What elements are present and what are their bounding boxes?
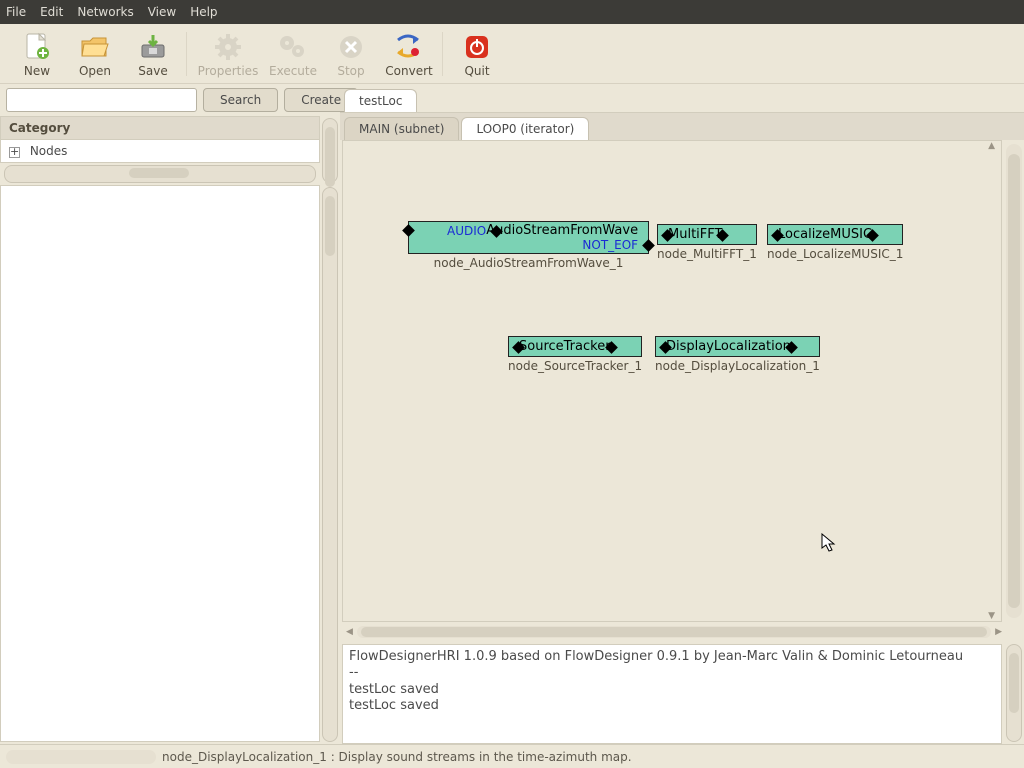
menu-file[interactable]: File bbox=[6, 5, 26, 19]
save-button[interactable]: Save bbox=[124, 30, 182, 78]
open-button[interactable]: Open bbox=[66, 30, 124, 78]
properties-button[interactable]: Properties bbox=[192, 30, 264, 78]
node-audiostreamfromwave[interactable]: AudioStreamFromWave AUDIO NOT_EOF node_A… bbox=[408, 221, 649, 270]
execute-label: Execute bbox=[269, 64, 317, 78]
scroll-up-icon[interactable]: ▲ bbox=[984, 141, 999, 151]
save-icon bbox=[139, 30, 167, 64]
node-title-label: SourceTracker bbox=[519, 339, 611, 354]
search-input[interactable] bbox=[6, 88, 197, 112]
power-icon bbox=[464, 30, 490, 64]
new-label: New bbox=[24, 64, 50, 78]
stop-button[interactable]: Stop bbox=[322, 30, 380, 78]
status-bar: node_DisplayLocalization_1 : Display sou… bbox=[0, 744, 1024, 768]
scroll-down-icon[interactable]: ▼ bbox=[984, 611, 999, 621]
menu-edit[interactable]: Edit bbox=[40, 5, 63, 19]
menu-networks[interactable]: Networks bbox=[77, 5, 133, 19]
scroll-right-icon[interactable]: ▶ bbox=[991, 627, 1006, 637]
node-localizemusic[interactable]: LocalizeMUSIC node_LocalizeMUSIC_1 bbox=[767, 224, 903, 261]
port-out-audio[interactable]: AUDIO bbox=[447, 224, 486, 238]
stop-label: Stop bbox=[337, 64, 364, 78]
node-title-label: AudioStreamFromWave bbox=[486, 223, 638, 238]
new-button[interactable]: New bbox=[8, 30, 66, 78]
convert-button[interactable]: Convert bbox=[380, 30, 438, 78]
node-instance-label: node_DisplayLocalization_1 bbox=[655, 359, 820, 373]
menu-help[interactable]: Help bbox=[190, 5, 217, 19]
subnet-tabs: MAIN (subnet) LOOP0 (iterator) bbox=[340, 112, 1024, 140]
category-tree[interactable]: + Nodes bbox=[0, 140, 320, 163]
tree-item-label: Nodes bbox=[30, 144, 68, 158]
tree-vscroll[interactable] bbox=[322, 118, 338, 183]
tab-main-subnet[interactable]: MAIN (subnet) bbox=[344, 117, 459, 140]
detail-vscroll[interactable] bbox=[322, 187, 338, 742]
tab-loop0-iterator[interactable]: LOOP0 (iterator) bbox=[461, 117, 589, 140]
node-instance-label: node_SourceTracker_1 bbox=[508, 359, 642, 373]
node-multifft[interactable]: MultiFFT node_MultiFFT_1 bbox=[657, 224, 757, 261]
detail-pane bbox=[0, 185, 320, 742]
quit-button[interactable]: Quit bbox=[448, 30, 506, 78]
toolbar-separator bbox=[442, 32, 444, 76]
cursor-icon bbox=[821, 533, 837, 553]
convert-icon bbox=[394, 30, 424, 64]
tree-hscroll[interactable] bbox=[4, 165, 316, 183]
node-instance-label: node_LocalizeMUSIC_1 bbox=[767, 247, 903, 261]
right-panel: testLoc MAIN (subnet) LOOP0 (iterator) ▲… bbox=[340, 84, 1024, 744]
stop-icon bbox=[338, 30, 364, 64]
category-header: Category bbox=[0, 116, 320, 140]
node-title-label: MultiFFT bbox=[668, 227, 722, 242]
properties-label: Properties bbox=[198, 64, 259, 78]
status-text: node_DisplayLocalization_1 : Display sou… bbox=[162, 750, 632, 764]
quit-label: Quit bbox=[464, 64, 489, 78]
scroll-left-icon[interactable]: ◀ bbox=[342, 627, 357, 637]
node-title-label: LocalizeMUSIC bbox=[778, 227, 872, 242]
convert-label: Convert bbox=[385, 64, 432, 78]
search-button[interactable]: Search bbox=[203, 88, 278, 112]
gear-icon bbox=[214, 30, 242, 64]
folder-open-icon bbox=[80, 30, 110, 64]
log-pane: FlowDesignerHRI 1.0.9 based on FlowDesig… bbox=[342, 644, 1002, 744]
canvas-hscroll[interactable]: ◀ ▶ bbox=[342, 624, 1022, 640]
project-tabs: testLoc bbox=[340, 84, 1024, 112]
port-out-noteof[interactable]: NOT_EOF bbox=[510, 238, 638, 252]
node-instance-label: node_AudioStreamFromWave_1 bbox=[408, 256, 649, 270]
menu-view[interactable]: View bbox=[148, 5, 176, 19]
log-line: testLoc saved bbox=[349, 682, 995, 698]
save-label: Save bbox=[138, 64, 167, 78]
status-resize-grip[interactable] bbox=[6, 750, 156, 764]
log-vscroll[interactable] bbox=[1006, 644, 1022, 742]
left-panel: Search Create Category + Nodes bbox=[0, 84, 340, 744]
new-file-icon bbox=[24, 30, 50, 64]
execute-icon bbox=[278, 30, 308, 64]
node-title-label: DisplayLocalization bbox=[666, 339, 791, 354]
log-line: FlowDesignerHRI 1.0.9 based on FlowDesig… bbox=[349, 649, 995, 665]
node-displaylocalization[interactable]: DisplayLocalization node_DisplayLocaliza… bbox=[655, 336, 820, 373]
expand-icon[interactable]: + bbox=[9, 147, 20, 158]
node-sourcetracker[interactable]: SourceTracker node_SourceTracker_1 bbox=[508, 336, 642, 373]
log-line: -- bbox=[349, 665, 995, 681]
node-instance-label: node_MultiFFT_1 bbox=[657, 247, 757, 261]
canvas-vscroll[interactable] bbox=[1006, 144, 1022, 618]
tree-item-nodes[interactable]: + Nodes bbox=[1, 140, 319, 162]
graph-canvas[interactable]: ▲ ▼ AudioStreamFromWave AUDIO NOT_EOF no… bbox=[342, 140, 1002, 622]
open-label: Open bbox=[79, 64, 111, 78]
toolbar-separator bbox=[186, 32, 188, 76]
log-line: testLoc saved bbox=[349, 698, 995, 714]
execute-button[interactable]: Execute bbox=[264, 30, 322, 78]
toolbar: New Open Save Properties Execute bbox=[0, 24, 1024, 84]
menubar: File Edit Networks View Help bbox=[0, 0, 1024, 24]
tab-project-testloc[interactable]: testLoc bbox=[344, 89, 417, 112]
